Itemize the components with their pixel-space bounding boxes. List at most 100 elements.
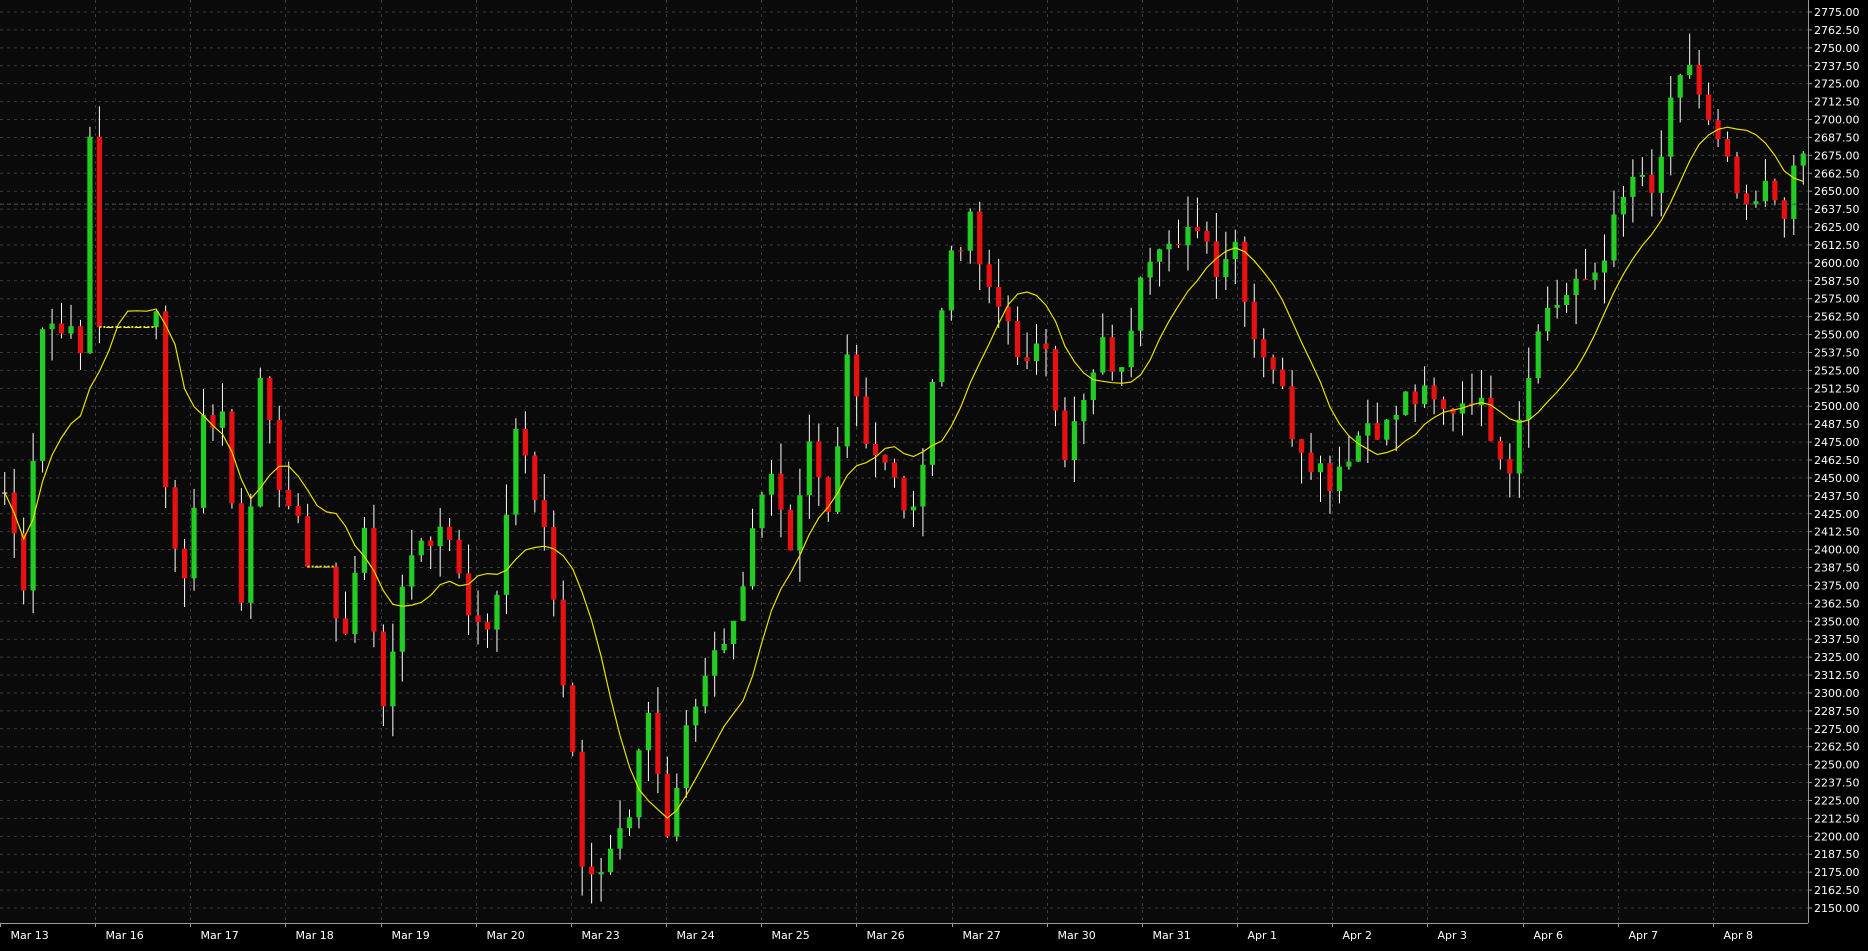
y-tick-label: 2512.50	[1814, 382, 1860, 395]
candle-body	[958, 250, 964, 252]
candle-body	[1535, 331, 1541, 379]
candle-body	[494, 594, 500, 630]
candle-body	[1743, 193, 1750, 205]
candle-body	[1677, 75, 1683, 98]
candle-body	[21, 533, 27, 591]
candle-body	[891, 462, 898, 478]
candle-body	[1592, 272, 1598, 280]
y-tick-label: 2762.50	[1814, 24, 1860, 37]
y-tick-label: 2212.50	[1814, 812, 1860, 825]
y-tick-label: 2650.00	[1814, 185, 1860, 198]
candle-body	[787, 509, 794, 551]
candle-body	[532, 455, 538, 501]
candle-body	[1526, 378, 1532, 420]
y-tick-label: 2537.50	[1814, 346, 1860, 359]
y-tick-label: 2350.00	[1814, 615, 1860, 628]
candle-body	[409, 555, 415, 587]
y-tick-label: 2662.50	[1814, 167, 1860, 180]
candle-body	[1706, 94, 1712, 121]
candle-body	[901, 477, 907, 511]
candle-body	[797, 495, 803, 551]
candle-body	[1138, 277, 1144, 331]
chart-container[interactable]: 2150.00 2162.50 2175.00 2187.50 2200.00 2212.…	[0, 0, 1868, 947]
candle-body	[598, 872, 604, 875]
candle-body	[181, 548, 188, 579]
candle-body	[1355, 435, 1361, 462]
y-tick-label: 2625.00	[1814, 221, 1860, 234]
candle-body	[607, 848, 614, 873]
candle-body	[371, 527, 377, 632]
y-tick-label: 2600.00	[1814, 257, 1860, 270]
y-tick-label: 2525.00	[1814, 364, 1860, 377]
y-tick-label: 2262.50	[1814, 741, 1860, 754]
y-tick-label: 2337.50	[1814, 633, 1860, 646]
candle-body	[939, 310, 945, 382]
candle-body	[1630, 176, 1636, 197]
y-tick-label: 2362.50	[1814, 597, 1860, 610]
candle-body	[87, 136, 93, 354]
candle-body	[1431, 385, 1437, 400]
y-tick-label: 2400.00	[1814, 544, 1860, 557]
candle-body	[352, 572, 358, 635]
candle-body	[1478, 397, 1485, 406]
candle-body	[1014, 321, 1021, 358]
candle-body	[1545, 307, 1551, 332]
y-tick-label: 2250.00	[1814, 759, 1860, 772]
y-tick-label: 2325.00	[1814, 651, 1860, 664]
y-tick-label: 2687.50	[1814, 131, 1860, 144]
candle-body	[702, 675, 708, 707]
x-tick-label: Apr 3	[1438, 929, 1468, 942]
y-tick-label: 2700.00	[1814, 114, 1860, 127]
candle-body	[390, 651, 396, 707]
candle-body	[447, 526, 453, 540]
candle-body	[1280, 369, 1286, 387]
candle-body	[986, 264, 992, 287]
candle-body	[153, 311, 159, 328]
candle-body	[1516, 419, 1522, 474]
candle-body	[882, 454, 888, 463]
x-tick-label: Apr 8	[1724, 929, 1754, 942]
candle-body	[1261, 339, 1267, 358]
candle-body	[49, 323, 55, 330]
y-tick-label: 2187.50	[1814, 848, 1860, 861]
candle-body	[1156, 249, 1163, 262]
y-tick-label: 2425.00	[1814, 508, 1860, 521]
candle-body	[333, 566, 339, 619]
candle-body	[1043, 343, 1049, 350]
candle-body	[683, 725, 689, 789]
y-tick-label: 2150.00	[1814, 902, 1860, 915]
candle-body	[1403, 391, 1409, 415]
candle-body	[1564, 295, 1570, 305]
candle-body	[1507, 459, 1513, 474]
x-tick-label: Mar 20	[487, 929, 525, 942]
candle-body	[740, 586, 746, 621]
candle-body	[238, 503, 244, 603]
candlestick-chart[interactable]: 2150.00 2162.50 2175.00 2187.50 2200.00 2212.…	[0, 0, 1868, 947]
x-tick-label: Mar 13	[11, 929, 49, 942]
candle-body	[1270, 357, 1276, 370]
candle-body	[1800, 153, 1806, 166]
candle-body	[1128, 330, 1134, 368]
candle-body	[806, 441, 812, 496]
x-tick-label: Mar 31	[1153, 929, 1191, 942]
candle-body	[1308, 452, 1314, 473]
candle-body	[967, 211, 973, 251]
candle-body	[399, 586, 405, 652]
x-tick-label: Mar 17	[201, 929, 239, 942]
candle-body	[503, 514, 510, 595]
candle-body	[1497, 440, 1503, 460]
candle-body	[475, 615, 481, 623]
x-tick-label: Apr 1	[1248, 929, 1278, 942]
y-tick-label: 2312.50	[1814, 669, 1860, 682]
x-tick-label: Mar 24	[677, 929, 715, 942]
candle-body	[1724, 139, 1731, 157]
candle-body	[655, 712, 661, 774]
candle-body	[58, 323, 65, 334]
candle-body	[816, 441, 822, 478]
y-tick-label: 2562.50	[1814, 311, 1860, 324]
x-tick-label: Mar 30	[1058, 929, 1096, 942]
candle-body	[1781, 200, 1787, 219]
candle-body	[1687, 64, 1693, 76]
candle-body	[1251, 301, 1257, 340]
candle-body	[1062, 410, 1068, 461]
